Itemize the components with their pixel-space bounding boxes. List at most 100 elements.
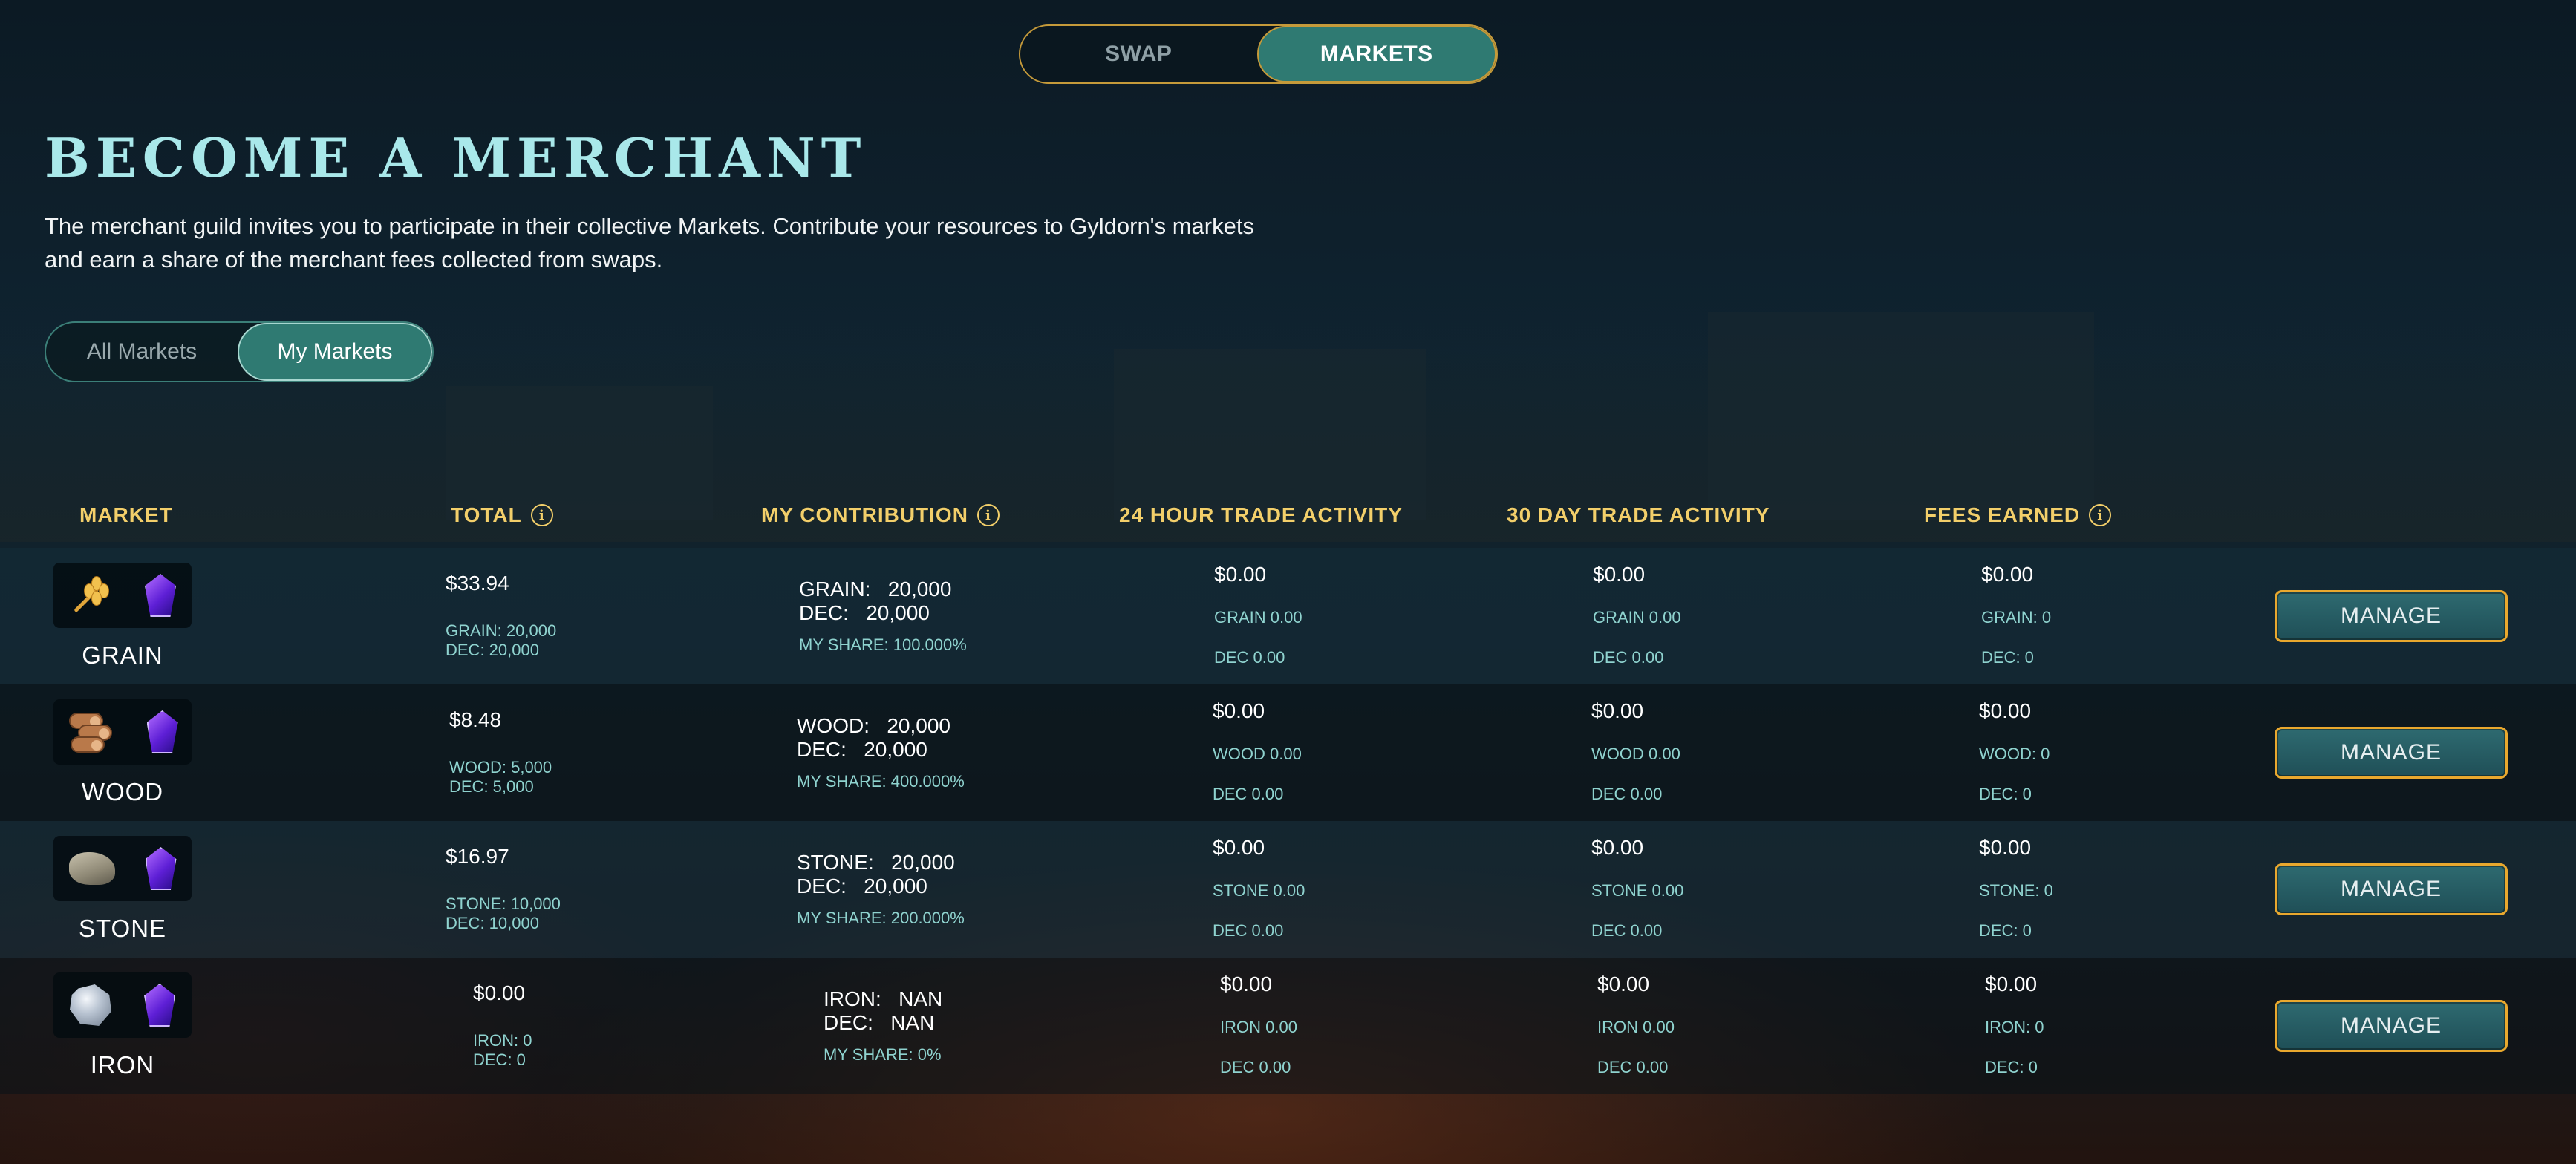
contribution-resource: GRAIN: 20,000	[799, 578, 952, 601]
activity-30d-dec: DEC 0.00	[1597, 1058, 1669, 1076]
activity-24h-dec: DEC 0.00	[1213, 785, 1284, 803]
my-share: MY SHARE: 0%	[824, 1045, 942, 1064]
activity-24h-value: $0.00	[1220, 972, 1273, 995]
market-name: IRON	[90, 1051, 155, 1079]
fees-value: $0.00	[1979, 699, 2032, 722]
header-24h: 24 HOUR TRADE ACTIVITY	[1119, 503, 1403, 527]
header-24h-label: 24 HOUR TRADE ACTIVITY	[1119, 503, 1403, 526]
dec-gem-icon	[146, 710, 178, 753]
activity-24h-value: $0.00	[1214, 563, 1267, 586]
activity-30d-dec: DEC 0.00	[1593, 648, 1664, 667]
iron-ore-icon	[70, 984, 111, 1026]
header-fees: FEES EARNED i	[1924, 503, 2112, 527]
info-icon[interactable]: i	[2089, 504, 2112, 526]
activity-30d-value: $0.00	[1591, 836, 1644, 859]
stone-icon	[68, 852, 115, 885]
activity-30d-resource: IRON 0.00	[1597, 1018, 1675, 1036]
header-fees-label: FEES EARNED	[1924, 503, 2081, 526]
dec-gem-icon	[145, 847, 177, 890]
fees-value: $0.00	[1981, 563, 2034, 586]
table-row: IRON $0.00 IRON: 0 DEC: 0 IRON: NAN DEC:…	[0, 958, 2576, 1094]
total-value: $8.48	[449, 708, 502, 731]
activity-30d-value: $0.00	[1593, 563, 1646, 586]
market-icons	[53, 836, 192, 901]
total-resource: IRON: 0	[473, 1031, 532, 1050]
info-icon[interactable]: i	[976, 504, 1000, 526]
total-dec: DEC: 0	[473, 1050, 526, 1069]
contribution-dec: DEC: NAN	[824, 1011, 935, 1034]
wheat-icon	[69, 573, 114, 618]
manage-button[interactable]: MANAGE	[2275, 863, 2508, 915]
activity-30d-resource: WOOD 0.00	[1591, 745, 1680, 763]
activity-24h-resource: WOOD 0.00	[1213, 745, 1302, 763]
activity-24h-value: $0.00	[1213, 699, 1265, 722]
activity-24h-resource: STONE 0.00	[1213, 881, 1305, 900]
tab-markets[interactable]: MARKETS	[1256, 26, 1496, 82]
fees-resource: IRON: 0	[1985, 1018, 2044, 1036]
market-icons	[53, 563, 192, 628]
logs-icon	[68, 711, 120, 753]
tab-all-markets[interactable]: All Markets	[46, 323, 238, 381]
total-dec: DEC: 5,000	[449, 777, 534, 796]
contribution-dec: DEC: 20,000	[797, 874, 927, 897]
header-total-label: TOTAL	[451, 503, 522, 526]
manage-button[interactable]: MANAGE	[2275, 727, 2508, 779]
activity-30d-resource: GRAIN 0.00	[1593, 608, 1681, 627]
background-building	[1114, 349, 1426, 520]
contribution-resource: IRON: NAN	[824, 987, 943, 1010]
activity-30d-value: $0.00	[1591, 699, 1644, 722]
total-dec: DEC: 20,000	[446, 641, 539, 659]
tab-swap[interactable]: SWAP	[1020, 26, 1257, 82]
contribution-dec: DEC: 20,000	[799, 601, 930, 624]
header-30d: 30 DAY TRADE ACTIVITY	[1507, 503, 1770, 527]
activity-24h-resource: IRON 0.00	[1220, 1018, 1297, 1036]
total-dec: DEC: 10,000	[446, 914, 539, 932]
activity-24h-dec: DEC 0.00	[1214, 648, 1285, 667]
contribution-resource: WOOD: 20,000	[797, 714, 950, 737]
dec-gem-icon	[145, 574, 176, 617]
header-total: TOTAL i	[451, 503, 553, 527]
tab-my-markets[interactable]: My Markets	[238, 323, 432, 381]
total-resource: STONE: 10,000	[446, 895, 561, 913]
market-icons	[53, 972, 192, 1038]
background-building	[446, 386, 713, 520]
info-icon[interactable]: i	[530, 504, 553, 526]
activity-30d-dec: DEC 0.00	[1591, 921, 1663, 940]
page-title: BECOME A MERCHANT	[45, 126, 867, 189]
activity-24h-value: $0.00	[1213, 836, 1265, 859]
table-row: GRAIN $33.94 GRAIN: 20,000 DEC: 20,000 G…	[0, 548, 2576, 684]
fees-value: $0.00	[1979, 836, 2032, 859]
market-name: GRAIN	[82, 641, 163, 669]
total-resource: GRAIN: 20,000	[446, 621, 557, 640]
background-building	[1708, 312, 2094, 520]
dec-gem-icon	[144, 984, 175, 1027]
market-name: WOOD	[81, 778, 164, 805]
activity-30d-dec: DEC 0.00	[1591, 785, 1663, 803]
manage-button[interactable]: MANAGE	[2275, 1000, 2508, 1052]
fees-resource: STONE: 0	[1979, 881, 2053, 900]
header-30d-label: 30 DAY TRADE ACTIVITY	[1507, 503, 1770, 526]
my-share: MY SHARE: 400.000%	[797, 772, 965, 791]
fees-dec: DEC: 0	[1981, 648, 2034, 667]
my-share: MY SHARE: 200.000%	[797, 909, 965, 927]
header-contribution-label: MY CONTRIBUTION	[761, 503, 968, 526]
activity-24h-resource: GRAIN 0.00	[1214, 608, 1302, 627]
total-value: $16.97	[446, 845, 509, 868]
total-resource: WOOD: 5,000	[449, 758, 552, 776]
table-row: WOOD $8.48 WOOD: 5,000 DEC: 5,000 WOOD: …	[0, 684, 2576, 821]
fees-resource: GRAIN: 0	[1981, 608, 2052, 627]
fees-dec: DEC: 0	[1979, 785, 2032, 803]
activity-24h-dec: DEC 0.00	[1213, 921, 1284, 940]
activity-30d-resource: STONE 0.00	[1591, 881, 1684, 900]
fees-dec: DEC: 0	[1985, 1058, 2038, 1076]
my-share: MY SHARE: 100.000%	[799, 635, 967, 654]
activity-24h-dec: DEC 0.00	[1220, 1058, 1291, 1076]
intro-text: The merchant guild invites you to partic…	[45, 213, 1254, 272]
fees-dec: DEC: 0	[1979, 921, 2032, 940]
total-value: $0.00	[473, 981, 526, 1004]
manage-button[interactable]: MANAGE	[2275, 590, 2508, 642]
market-icons	[53, 699, 192, 765]
market-filter-toggle: All Markets My Markets	[45, 321, 434, 382]
fees-value: $0.00	[1985, 972, 2038, 995]
contribution-dec: DEC: 20,000	[797, 738, 927, 761]
